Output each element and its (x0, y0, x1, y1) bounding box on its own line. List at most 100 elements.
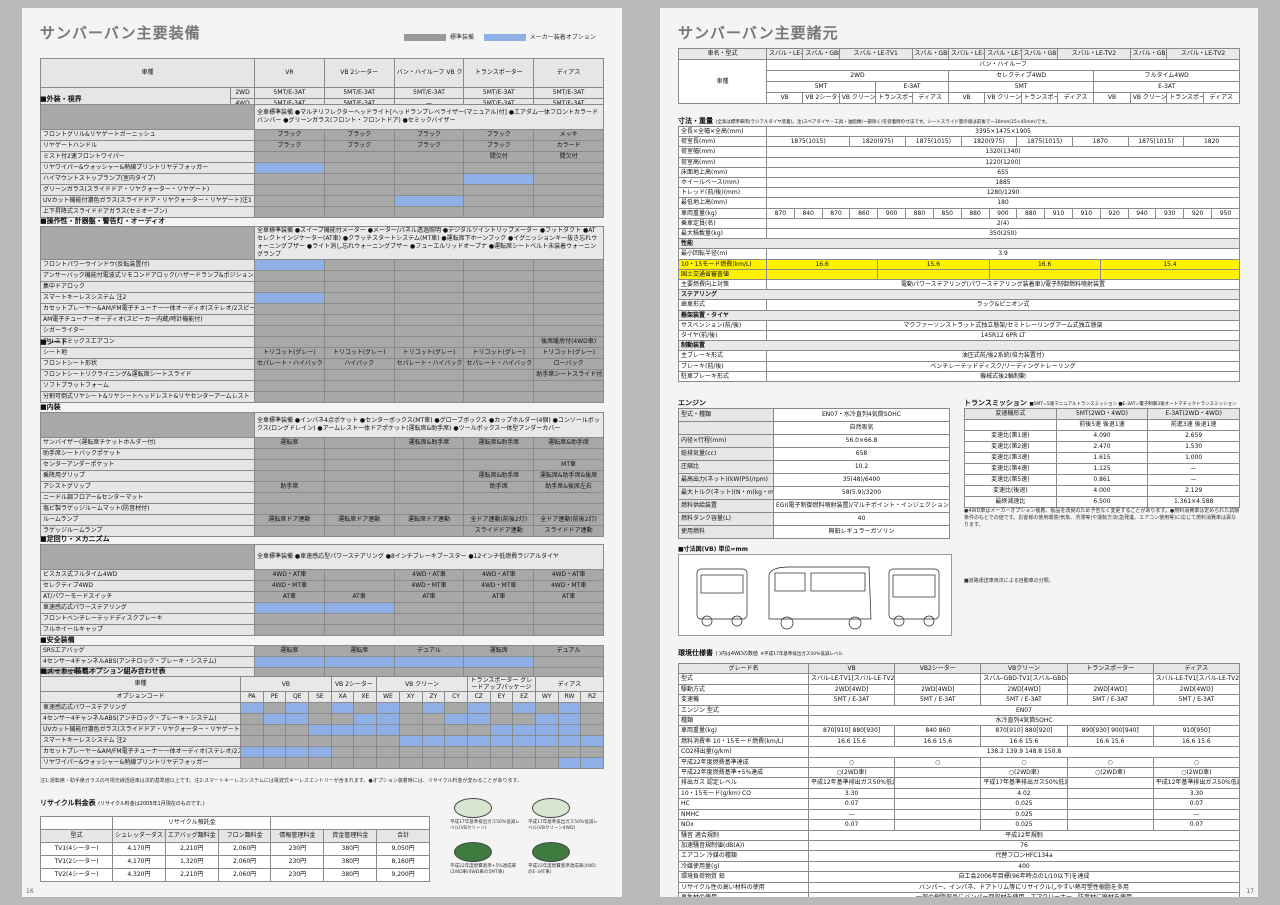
row-cell (533, 391, 604, 404)
dim-caption: ■寸法図(VB) 単位=mm (678, 546, 748, 553)
option-cell (421, 735, 446, 747)
section-title: ■安全装備 (40, 636, 75, 645)
option-model: VB 2シーター (330, 676, 378, 692)
spec-row: 主ブレーキ形式 油圧式前/後2系統(倍力装置付) (678, 350, 1240, 362)
option-cell (308, 713, 332, 725)
env-note2: ※平成17年基準排出ガス50%低減レベル (760, 652, 843, 657)
table-row: 燃料タンク容量(L) 40 (678, 512, 950, 526)
option-cell (557, 746, 582, 758)
env-cell: 3.30 (807, 787, 896, 800)
spec-label: 最低地上高(mm) (678, 197, 767, 209)
bodytype-row: 車種 バン・ハイルーフ (678, 59, 1240, 104)
spec-row: 荷室高(mm) 1220(1200) (678, 156, 1240, 168)
table-row: ミスト付2速フロントワイパー 間欠付 間欠付 (40, 151, 604, 163)
spec-section-title: 懸架装置・タイヤ (678, 309, 1240, 321)
option-cell (285, 713, 310, 725)
row-label: 集中ドアロック (40, 280, 255, 293)
env-cell: 水冷直列4気筒SOHC (808, 715, 1240, 727)
table-row: 変速機 5MT / E-3AT 5MT / E-3AT 5MT / E-3AT 5MT … (678, 694, 1241, 706)
trans-cell: 5MT/E-3AT (463, 87, 535, 99)
option-cell (262, 757, 287, 769)
env-cell: 400 (808, 860, 1240, 873)
env-cell (1066, 787, 1154, 800)
spec-label: 乗車定員(名) (678, 217, 767, 230)
row-cell (533, 195, 604, 207)
env-cell: 890[930] 900[940] (1066, 725, 1154, 737)
model-code: スバル・GBD-TV2 (1020, 48, 1059, 60)
row-cell (533, 602, 604, 614)
trans-cell: 5MT/E-3AT (323, 87, 395, 99)
option-cell (285, 702, 310, 714)
std-row-spacer (40, 225, 255, 260)
option-cell (330, 713, 355, 725)
option-cell (444, 724, 468, 736)
row-cell (393, 173, 465, 185)
equipment-page-title: サンバーバン主要装備 (40, 24, 201, 42)
env-cell (1066, 808, 1154, 821)
env-cell: ○ (980, 756, 1068, 769)
option-label: 車速感応式パワーステアリング (40, 702, 241, 714)
env-label: 燃料消費率 10・15モード燃費(km/L) (678, 735, 809, 748)
env-cell (1066, 819, 1154, 831)
table-row: HC 0.07 0.025 0.07 (678, 798, 1241, 810)
spec-value: 870 (821, 207, 851, 219)
std-row: 全車標準装備 ●マルチリフレクターヘッドライト[ヘッドランプレベライザー(マニュ… (40, 104, 604, 130)
grade: VB クリーン (1129, 92, 1168, 104)
row-cell: AT車 (393, 591, 465, 603)
row-cell (254, 324, 325, 337)
row-cell: 助手席 (254, 481, 325, 494)
row-cell: トリコット(グレー) (463, 347, 535, 360)
table-row: 平成22年度燃費基準+5%達成 ○(2WD車) ○(2WD車) ○(2WD車) ○(2W… (678, 767, 1241, 779)
engine-title: エンジン (678, 399, 706, 407)
recycle-note: (リサイクル料金は2005年1月現在のものです。) (98, 801, 205, 807)
spec-value: 機械式後2輪制動 (766, 370, 1240, 383)
page-number: 16 (26, 888, 34, 895)
grade: トランスポーター (1020, 92, 1059, 104)
env-cell: 0.025 (980, 808, 1068, 821)
row-cell (393, 302, 465, 315)
row-cell (533, 269, 604, 282)
recycle-cell: 380円 (323, 868, 378, 882)
spec-value: 1875(1015) (1016, 136, 1073, 148)
section-title: ■シート (40, 338, 68, 347)
dims-note: (全高は標準車両(ラジアルタイヤ装着)。注)スペアタイヤ・工具・油脂類(一部除く… (715, 120, 1050, 125)
table-row: 分割可倒式リヤシート&リヤシートヘッドレスト&リヤセンターアームレスト (40, 391, 604, 404)
spec-label: 荷室幅(mm) (678, 146, 767, 158)
env-label: 騒音 適合規制 (678, 829, 809, 841)
env-label: 平成22年度燃費基準+5%達成 (678, 767, 809, 779)
option-cell (285, 724, 310, 736)
env-cell: ○ (894, 756, 982, 769)
engine-value: 無鉛レギュラーガソリン (773, 525, 950, 539)
option-cell (580, 724, 604, 736)
table-row: グリーンガラス(スライドドア・リヤクォーター・リヤゲート) (40, 184, 604, 196)
trans-cell: 変速比(第1速) (964, 430, 1057, 442)
option-model: トランスポーター グレードアップパッケージ (466, 676, 536, 692)
row-cell: トリコット(グレー) (323, 347, 395, 360)
option-cell (398, 724, 423, 736)
env-cell: 自工会2006年目標(96年時点の1/10以下)を達成 (808, 871, 1240, 883)
option-cell (512, 746, 536, 758)
row-cell: MT車 (533, 459, 604, 472)
spec-value: 油圧式前/後2系統(倍力装置付) (766, 350, 1240, 362)
row-label: AM電子チューナーオーディオ(スピーカー内蔵/時計機能付) (40, 313, 255, 326)
row-cell: メッキ (533, 129, 604, 141)
table-row: セレクティブ4WD 4WD・MT車 4WD・MT車 4WD・MT車 4WD・MT車 (40, 580, 604, 592)
spec-section: ステアリング (678, 289, 1240, 301)
fuel-economy-badge-icon (532, 842, 570, 862)
option-cell (285, 746, 310, 758)
table-row: AM電子チューナーオーディオ(スピーカー内蔵/時計機能付) (40, 313, 604, 326)
spec-value: 2(4) (766, 217, 1240, 230)
row-label: ハイマウントストップランプ(室内タイプ) (40, 173, 255, 185)
trans-cell: 1.615 (1055, 452, 1149, 464)
option-code: EY (489, 691, 514, 703)
option-cell (557, 702, 582, 714)
option-cell (421, 713, 446, 725)
row-cell (393, 624, 465, 636)
row-cell (254, 470, 325, 483)
recycle-header: 型式 (40, 829, 113, 843)
option-cell (512, 713, 536, 725)
row-cell (323, 503, 395, 516)
trans-sub-cell (964, 419, 1057, 431)
recycle-cell: 4,320円 (112, 868, 166, 882)
spec-row: トレッド(前/後)(mm) 1280/1290 (678, 187, 1240, 199)
